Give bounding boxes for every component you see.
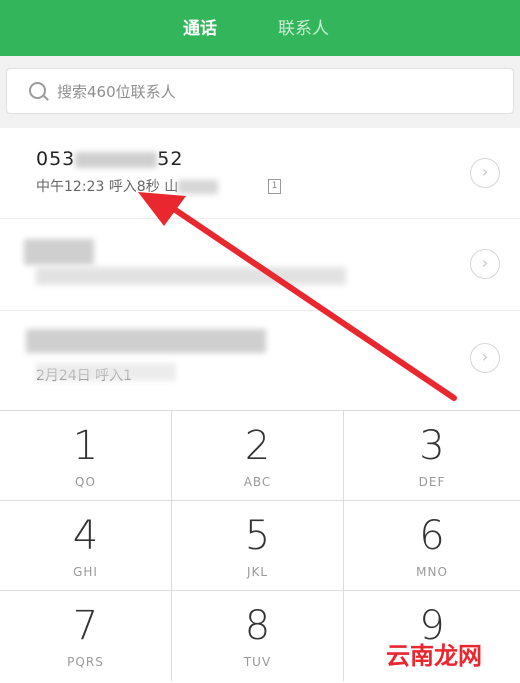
arrow-shaft (165, 202, 457, 401)
watermark-logo: 云南龙网 (386, 642, 482, 670)
annotation-arrow (138, 192, 457, 401)
